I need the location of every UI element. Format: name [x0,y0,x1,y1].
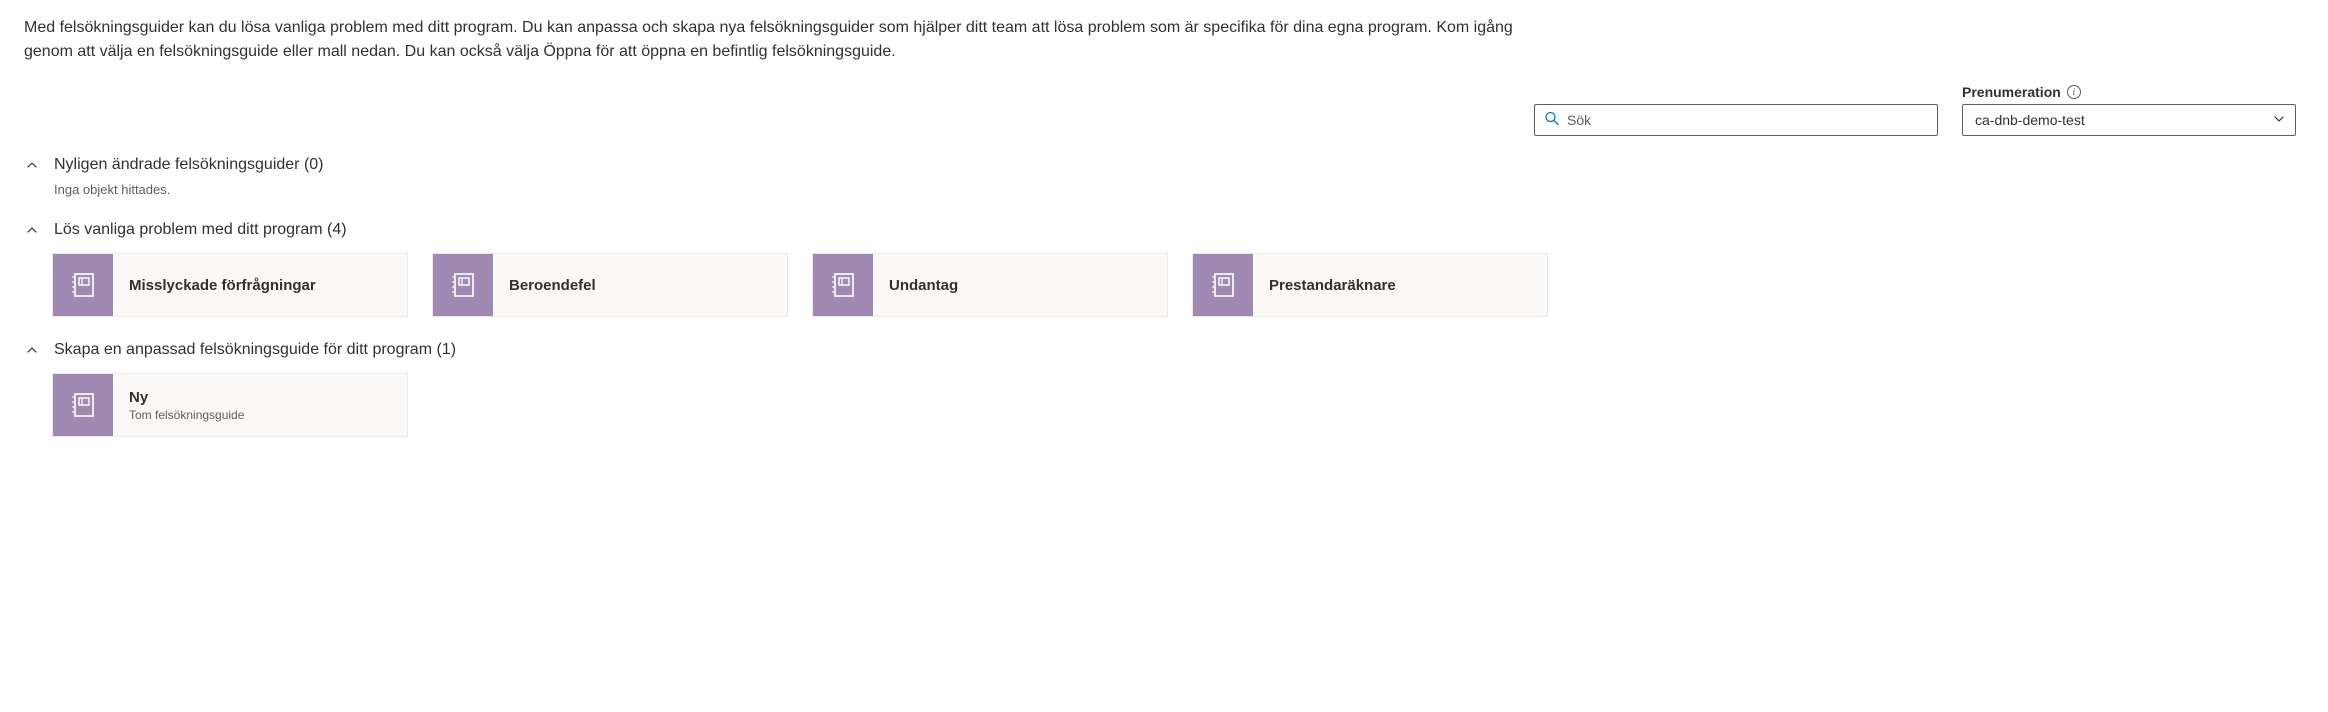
cards-row-common: Misslyckade förfrågningar Beroendefel [24,253,2304,317]
section-header-common[interactable]: Lös vanliga problem med ditt program (4) [24,221,2304,239]
card-title: Undantag [889,277,1151,294]
section-custom: Skapa en anpassad felsökningsguide för d… [24,341,2304,437]
card-title: Beroendefel [509,277,771,294]
card-subtitle: Tom felsökningsguide [129,408,391,422]
workbook-icon [1193,254,1253,316]
card-title: Ny [129,389,391,406]
workbook-icon [53,374,113,436]
chevron-up-icon [24,159,40,171]
card-new[interactable]: Ny Tom felsökningsguide [52,373,408,437]
subscription-wrap: Prenumeration i ca-dnb-demo-test [1962,84,2296,136]
card-title: Prestandaräknare [1269,277,1531,294]
card-title: Misslyckade förfrågningar [129,277,391,294]
section-title-common: Lös vanliga problem med ditt program (4) [54,221,347,239]
intro-text: Med felsökningsguider kan du lösa vanlig… [24,16,1564,64]
section-header-custom[interactable]: Skapa en anpassad felsökningsguide för d… [24,341,2304,359]
subscription-label: Prenumeration [1962,84,2061,100]
chevron-up-icon [24,224,40,236]
search-input[interactable] [1534,104,1938,136]
chevron-up-icon [24,344,40,356]
section-header-recent[interactable]: Nyligen ändrade felsökningsguider (0) [24,156,2304,174]
workbook-icon [813,254,873,316]
subscription-value: ca-dnb-demo-test [1975,112,2085,128]
section-common: Lös vanliga problem med ditt program (4)… [24,221,2304,317]
card-exceptions[interactable]: Undantag [812,253,1168,317]
section-recent: Nyligen ändrade felsökningsguider (0) In… [24,156,2304,197]
card-performance-counters[interactable]: Prestandaräknare [1192,253,1548,317]
card-failed-requests[interactable]: Misslyckade förfrågningar [52,253,408,317]
info-icon[interactable]: i [2067,85,2081,99]
cards-row-custom: Ny Tom felsökningsguide [24,373,2304,437]
workbook-icon [433,254,493,316]
search-wrap [1534,104,1938,136]
section-title-custom: Skapa en anpassad felsökningsguide för d… [54,341,456,359]
section-title-recent: Nyligen ändrade felsökningsguider (0) [54,156,324,174]
empty-text-recent: Inga objekt hittades. [24,182,2304,197]
filters-row: Prenumeration i ca-dnb-demo-test [24,84,2304,136]
workbook-icon [53,254,113,316]
subscription-dropdown[interactable]: ca-dnb-demo-test [1962,104,2296,136]
card-dependency-failures[interactable]: Beroendefel [432,253,788,317]
chevron-down-icon [2273,112,2285,128]
